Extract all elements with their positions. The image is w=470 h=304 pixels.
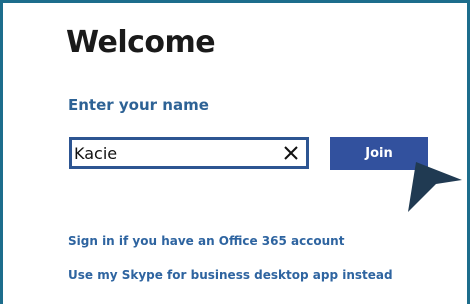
page-title: Welcome bbox=[66, 25, 216, 60]
name-label: Enter your name bbox=[68, 96, 209, 114]
join-button[interactable]: Join bbox=[330, 137, 428, 170]
close-icon[interactable] bbox=[282, 144, 300, 162]
skype-desktop-app-link[interactable]: Use my Skype for business desktop app in… bbox=[68, 268, 393, 282]
name-input[interactable] bbox=[74, 141, 274, 165]
name-field[interactable] bbox=[69, 137, 309, 169]
sign-in-office-365-link[interactable]: Sign in if you have an Office 365 accoun… bbox=[68, 234, 344, 248]
